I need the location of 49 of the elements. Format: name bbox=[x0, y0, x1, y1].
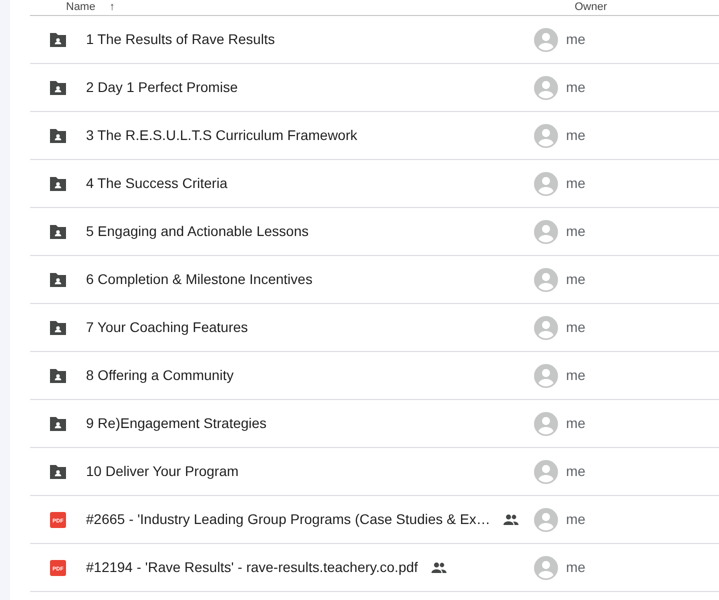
avatar-icon bbox=[534, 124, 558, 148]
owner-name: me bbox=[566, 270, 586, 289]
avatar-icon bbox=[534, 364, 558, 388]
avatar-icon bbox=[534, 220, 558, 244]
owner-name: me bbox=[566, 462, 586, 481]
avatar-icon bbox=[534, 412, 558, 436]
owner-column-header[interactable]: Owner bbox=[574, 0, 607, 15]
avatar-icon bbox=[534, 508, 558, 532]
file-name: 9 Re)Engagement Strategies bbox=[86, 414, 267, 433]
avatar-icon bbox=[534, 460, 558, 484]
owner-name: me bbox=[566, 174, 586, 193]
file-row[interactable]: 8 Offering a Community me bbox=[30, 352, 719, 400]
file-row[interactable]: 4 The Success Criteria me bbox=[30, 160, 719, 208]
avatar-icon bbox=[534, 172, 558, 196]
name-column-header[interactable]: Name bbox=[66, 0, 96, 15]
file-row[interactable]: 10 Deliver Your Program me bbox=[30, 448, 719, 496]
owner-name: me bbox=[566, 30, 586, 49]
file-name: 10 Deliver Your Program bbox=[86, 462, 239, 481]
file-row[interactable]: 5 Engaging and Actionable Lessons me bbox=[30, 208, 719, 256]
file-name: #12194 - 'Rave Results' - rave-results.teachery.co.pdf bbox=[86, 558, 418, 577]
owner-name: me bbox=[566, 366, 586, 385]
sort-arrow[interactable]: ↑ bbox=[109, 0, 115, 15]
avatar-icon bbox=[534, 28, 558, 52]
file-name: #2665 - 'Industry Leading Group Programs (Case Studies & Ex… bbox=[86, 510, 490, 529]
file-row[interactable]: 6 Completion & Milestone Incentives me bbox=[30, 256, 719, 304]
file-name: 2 Day 1 Perfect Promise bbox=[86, 78, 238, 97]
owner-name: me bbox=[566, 78, 586, 97]
avatar-icon bbox=[534, 76, 558, 100]
file-row[interactable]: 3 The R.E.S.U.L.T.S Curriculum Framework me bbox=[30, 112, 719, 160]
file-name: 1 The Results of Rave Results bbox=[86, 30, 275, 49]
file-row[interactable]: 7 Your Coaching Features me bbox=[30, 304, 719, 352]
file-name: 4 The Success Criteria bbox=[86, 174, 228, 193]
file-row[interactable]: 2 Day 1 Perfect Promise me bbox=[30, 64, 719, 112]
file-name: 3 The R.E.S.U.L.T.S Curriculum Framework bbox=[86, 126, 358, 145]
owner-name: me bbox=[566, 318, 586, 337]
owner-name: me bbox=[566, 558, 586, 577]
file-name: 7 Your Coaching Features bbox=[86, 318, 248, 337]
owner-name: me bbox=[566, 222, 586, 241]
avatar-icon bbox=[534, 268, 558, 292]
avatar-icon bbox=[534, 316, 558, 340]
file-row[interactable]: 1 The Results of Rave Results me bbox=[30, 16, 719, 64]
avatar-icon bbox=[534, 556, 558, 580]
file-name: 8 Offering a Community bbox=[86, 366, 234, 385]
file-name: 6 Completion & Milestone Incentives bbox=[86, 270, 312, 289]
owner-name: me bbox=[566, 414, 586, 433]
file-name: 5 Engaging and Actionable Lessons bbox=[86, 222, 309, 241]
file-row[interactable]: 9 Re)Engagement Strategies me bbox=[30, 400, 719, 448]
owner-name: me bbox=[566, 126, 586, 145]
owner-name: me bbox=[566, 510, 586, 529]
